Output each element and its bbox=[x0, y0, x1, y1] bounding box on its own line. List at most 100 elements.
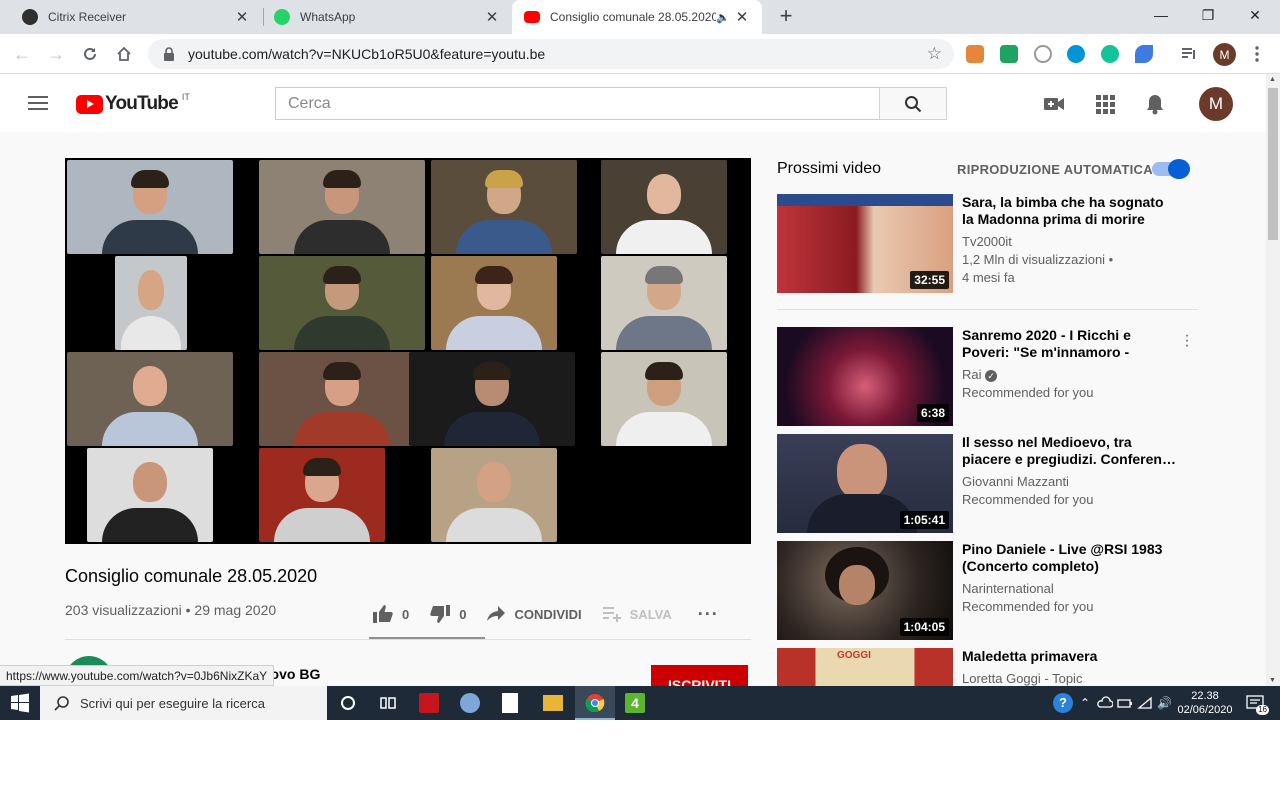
recommended-video[interactable]: 1:04:05 Pino Daniele - Live @RSI 1983 (C… bbox=[777, 541, 1198, 641]
recommended-video[interactable]: 1:05:41 Il sesso nel Medioevo, tra piace… bbox=[777, 434, 1198, 534]
video-title[interactable]: Maledetta primavera bbox=[962, 648, 1177, 665]
video-thumbnail[interactable]: 6:38 bbox=[777, 327, 953, 426]
dislike-button[interactable]: 0 bbox=[429, 604, 466, 624]
video-duration: 6:38 bbox=[916, 404, 949, 422]
video-title[interactable]: Il sesso nel Medioevo, tra piacere e pre… bbox=[962, 434, 1177, 468]
browser-tab-strip: Citrix Receiver ✕ WhatsApp ✕ Consiglio c… bbox=[0, 0, 1280, 34]
app-icon[interactable] bbox=[460, 693, 480, 713]
grammarly-extension-icon[interactable] bbox=[1101, 45, 1119, 63]
feather-extension-icon[interactable] bbox=[1135, 45, 1153, 63]
maximize-button[interactable]: ❐ bbox=[1185, 0, 1231, 30]
video-title[interactable]: Sanremo 2020 - I Ricchi e Poveri: "Se m'… bbox=[962, 327, 1177, 361]
search-icon bbox=[54, 696, 69, 711]
channel-name[interactable]: Tv2000it bbox=[962, 232, 1012, 251]
apps-grid-icon[interactable] bbox=[1094, 93, 1116, 115]
action-center-icon[interactable]: 16 bbox=[1245, 693, 1269, 715]
save-button[interactable]: SALVA bbox=[602, 605, 672, 623]
task-view-icon[interactable] bbox=[378, 693, 398, 713]
help-icon[interactable]: ? bbox=[1053, 693, 1073, 713]
clock[interactable]: 22.38 02/06/2020 bbox=[1176, 689, 1234, 717]
participant-tile bbox=[259, 256, 425, 350]
video-thumbnail[interactable]: 1:04:05 bbox=[777, 541, 953, 640]
recommended-video[interactable]: 6:38 Sanremo 2020 - I Ricchi e Poveri: "… bbox=[777, 327, 1198, 427]
close-tab-icon[interactable]: ✕ bbox=[234, 8, 250, 26]
page-scrollbar[interactable]: ▲ ▼ bbox=[1266, 74, 1280, 686]
more-actions-icon[interactable]: ··· bbox=[698, 604, 719, 625]
search-input[interactable]: Cerca bbox=[275, 87, 880, 120]
video-title[interactable]: Pino Daniele - Live @RSI 1983 (Concerto … bbox=[962, 541, 1177, 575]
recommended-video[interactable]: 32:55 Sara, la bimba che ha sognato la M… bbox=[777, 194, 1198, 294]
account-avatar[interactable]: M bbox=[1199, 87, 1233, 121]
video-thumbnail[interactable]: GOGGI bbox=[777, 648, 953, 686]
browser-menu-icon[interactable] bbox=[1250, 45, 1264, 63]
tab-whatsapp[interactable]: WhatsApp ✕ bbox=[262, 0, 512, 34]
wifi-icon[interactable] bbox=[1137, 693, 1153, 713]
windows-start-icon[interactable] bbox=[10, 693, 30, 713]
new-tab-button[interactable]: + bbox=[774, 5, 798, 29]
playlist-icon[interactable] bbox=[1180, 45, 1198, 63]
search-button[interactable] bbox=[879, 87, 947, 120]
speaker-icon[interactable]: 🔈 bbox=[716, 11, 734, 24]
tab-citrix-receiver[interactable]: Citrix Receiver ✕ bbox=[10, 0, 262, 34]
participant-tile bbox=[601, 352, 727, 446]
extension-icon[interactable] bbox=[966, 45, 984, 63]
channel-name[interactable]: Narinternational bbox=[962, 579, 1054, 598]
video-thumbnail[interactable]: 1:05:41 bbox=[777, 434, 953, 533]
browser-profile-avatar[interactable]: M bbox=[1213, 43, 1236, 66]
channel-name-text: Rai bbox=[962, 367, 982, 382]
more-options-icon[interactable]: · · · bbox=[1182, 328, 1192, 354]
share-label: CONDIVIDI bbox=[514, 606, 582, 622]
chrome-taskbar-button[interactable] bbox=[575, 686, 615, 720]
channel-4-app-icon[interactable]: 4 bbox=[625, 693, 645, 713]
document-icon[interactable] bbox=[502, 693, 518, 713]
thumbs-down-icon bbox=[430, 605, 451, 623]
close-tab-icon[interactable]: ✕ bbox=[484, 8, 500, 26]
participant-tile bbox=[601, 256, 727, 350]
hp-extension-icon[interactable] bbox=[1067, 45, 1085, 63]
recommended-video[interactable]: GOGGI Maledetta primavera Loretta Goggi … bbox=[777, 648, 1198, 686]
create-video-icon[interactable] bbox=[1043, 93, 1065, 115]
thumbnail-banner bbox=[777, 194, 953, 206]
checkmark-extension-icon[interactable] bbox=[1000, 45, 1018, 63]
battery-icon[interactable] bbox=[1117, 693, 1133, 713]
recommendation-note: Recommended for you bbox=[962, 599, 1094, 614]
address-bar[interactable]: youtube.com/watch?v=NKUCb1oR5U0&feature=… bbox=[148, 39, 954, 69]
cortana-icon[interactable] bbox=[338, 693, 358, 713]
home-icon[interactable] bbox=[112, 42, 136, 66]
tab-youtube-active[interactable]: Consiglio comunale 28.05.2020 🔈 ✕ bbox=[512, 0, 762, 34]
autoplay-toggle[interactable] bbox=[1152, 159, 1190, 179]
video-thumbnail[interactable]: 32:55 bbox=[777, 194, 953, 293]
like-count: 0 bbox=[402, 606, 410, 622]
cloud-icon[interactable] bbox=[1097, 693, 1114, 713]
autoplay-label: RIPRODUZIONE AUTOMATICA bbox=[957, 162, 1153, 177]
bookmark-star-icon[interactable]: ☆ bbox=[927, 45, 942, 63]
minimize-button[interactable]: — bbox=[1138, 0, 1184, 30]
back-arrow-icon[interactable]: ← bbox=[10, 42, 34, 66]
chevron-up-icon[interactable]: ⌃ bbox=[1078, 693, 1092, 713]
participant-tile bbox=[87, 448, 213, 542]
menu-hamburger-icon[interactable] bbox=[28, 96, 48, 110]
channel-name[interactable]: Giovanni Mazzanti bbox=[962, 472, 1069, 491]
taskbar-search-input[interactable]: Scrivi qui per eseguire la ricerca bbox=[40, 686, 327, 720]
channel-name[interactable]: Loretta Goggi - Topic bbox=[962, 669, 1082, 686]
close-tab-icon[interactable]: ✕ bbox=[734, 8, 750, 26]
channel-name[interactable]: Rai ✓ bbox=[962, 365, 998, 384]
video-title[interactable]: Sara, la bimba che ha sognato la Madonna… bbox=[962, 194, 1177, 228]
scroll-down-arrow-icon[interactable]: ▼ bbox=[1269, 677, 1276, 684]
like-button[interactable]: 0 bbox=[372, 604, 409, 624]
headphones-extension-icon[interactable] bbox=[1034, 45, 1052, 63]
close-window-button[interactable]: ✕ bbox=[1232, 0, 1278, 30]
share-button[interactable]: CONDIVIDI bbox=[486, 605, 582, 623]
scrollbar-thumb[interactable] bbox=[1268, 88, 1278, 240]
notifications-bell-icon[interactable] bbox=[1144, 93, 1166, 115]
file-explorer-icon[interactable] bbox=[543, 695, 563, 711]
tab-title: WhatsApp bbox=[300, 10, 356, 24]
reload-icon[interactable] bbox=[78, 42, 102, 66]
forward-arrow-icon[interactable]: → bbox=[44, 42, 68, 66]
video-player[interactable] bbox=[65, 158, 751, 544]
volume-icon[interactable]: 🔊 bbox=[1157, 693, 1173, 713]
scroll-up-arrow-icon[interactable]: ▲ bbox=[1269, 76, 1276, 83]
acrobat-reader-icon[interactable] bbox=[419, 693, 439, 713]
youtube-logo[interactable]: YouTube IT bbox=[76, 92, 190, 115]
save-label: SALVA bbox=[629, 606, 672, 622]
